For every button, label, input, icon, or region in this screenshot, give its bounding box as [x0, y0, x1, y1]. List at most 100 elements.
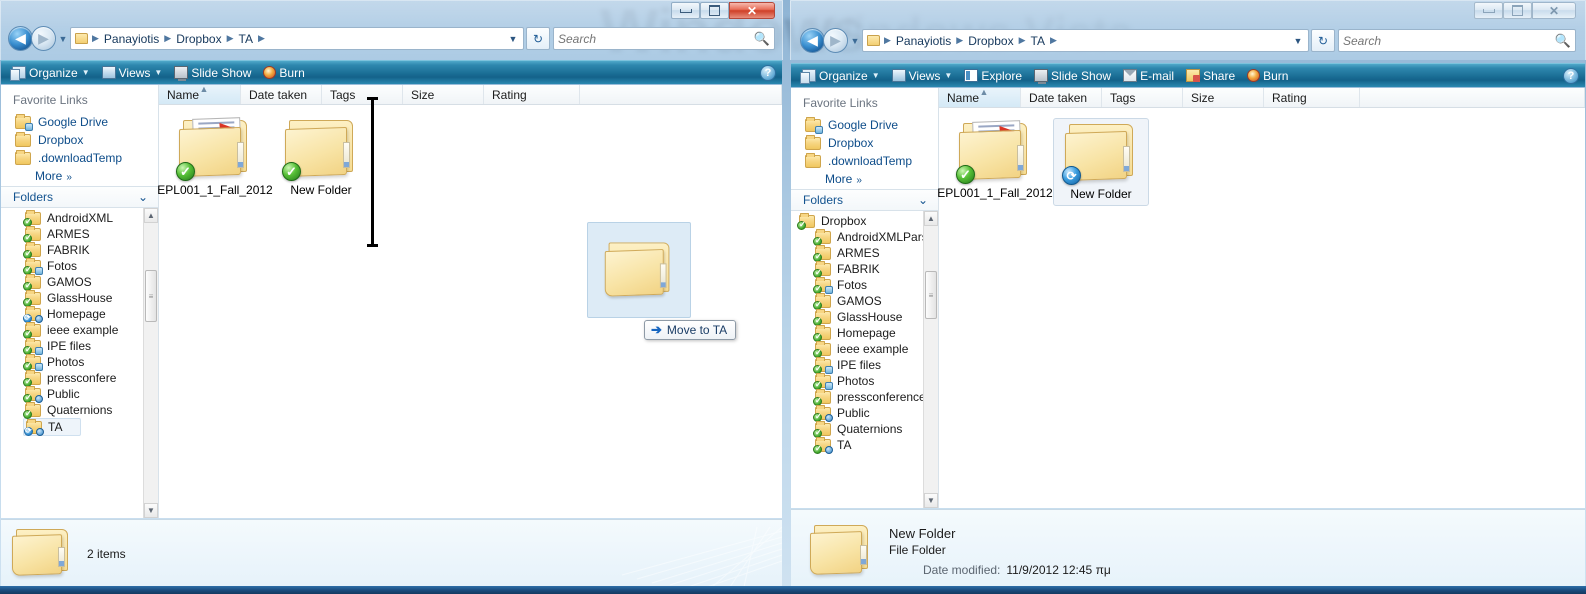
toolbar-button-views[interactable]: Views ▼	[887, 68, 958, 84]
tree-item-public[interactable]: Public	[1, 385, 158, 403]
tree-item-photos[interactable]: Photos	[791, 372, 938, 390]
tree-item-pressconfere[interactable]: pressconfere	[1, 369, 158, 387]
tree-item-homepage[interactable]: Homepage	[791, 324, 938, 342]
toolbar-button-explore[interactable]: Explore	[959, 68, 1027, 84]
favorite-link-downloadtemp[interactable]: .downloadTemp	[791, 152, 938, 170]
tree-item-glasshouse[interactable]: GlassHouse	[791, 308, 938, 326]
column-header-date-taken[interactable]: Date taken	[1021, 88, 1102, 107]
tree-item-fabrik[interactable]: FABRIK	[1, 241, 158, 259]
tree-item-quaternions[interactable]: Quaternions	[1, 401, 158, 419]
toolbar-button-views[interactable]: Views ▼	[97, 65, 168, 81]
tree-item-dropbox[interactable]: Dropbox	[791, 212, 938, 230]
help-button[interactable]: ?	[760, 64, 776, 81]
tree-item-quaternions[interactable]: Quaternions	[791, 420, 938, 438]
favorite-link-dropbox[interactable]: Dropbox	[791, 134, 938, 152]
favorite-link-google-drive[interactable]: Google Drive	[1, 113, 158, 131]
more-link[interactable]: More»	[1, 167, 158, 186]
breadcrumb-item-1[interactable]: Dropbox	[965, 33, 1016, 49]
tree-item-ta[interactable]: TA	[23, 418, 81, 436]
explorer-window-right[interactable]: ✕ ◀ ▶ ▼ ▶ Panayiotis ▶ Dropbox ▶ TA ▶ ▼ …	[790, 0, 1586, 594]
scrollbar-thumb[interactable]: ≡	[925, 271, 937, 319]
tree-item-androidxmlparsin[interactable]: AndroidXMLParsin	[791, 228, 938, 246]
taskbar[interactable]	[0, 586, 1586, 594]
breadcrumb-item-2[interactable]: TA	[1028, 33, 1048, 49]
help-button[interactable]: ?	[1563, 67, 1579, 84]
breadcrumb-item-2[interactable]: TA	[236, 31, 256, 47]
tree-scrollbar-right[interactable]: ▲ ≡ ▼	[923, 211, 938, 508]
close-button[interactable]: ✕	[1532, 2, 1576, 19]
file-item[interactable]: ⟳ New Folder	[1053, 118, 1149, 206]
minimize-button[interactable]	[1474, 2, 1503, 19]
history-dropdown-button[interactable]: ▼	[56, 34, 70, 44]
column-header-rating[interactable]: Rating	[484, 85, 580, 104]
column-header-tags[interactable]: Tags	[322, 85, 403, 104]
toolbar-button-organize[interactable]: Organize ▼	[7, 65, 95, 81]
breadcrumb-item-1[interactable]: Dropbox	[173, 31, 224, 47]
forward-button[interactable]: ▶	[31, 26, 56, 51]
chevron-down-icon[interactable]: ▼	[82, 68, 90, 77]
maximize-button[interactable]	[700, 2, 729, 19]
column-header-name[interactable]: Name ▲	[159, 84, 241, 104]
breadcrumb-item-0[interactable]: Panayiotis	[893, 33, 954, 49]
column-headers-right[interactable]: Name ▲ Date taken Tags Size Rating	[939, 87, 1585, 108]
address-bar[interactable]: ▶ Panayiotis ▶ Dropbox ▶ TA ▶ ▼	[70, 27, 524, 50]
toolbar-button-organize[interactable]: Organize ▼	[797, 68, 885, 84]
chevron-down-icon[interactable]: ▼	[154, 68, 162, 77]
tree-item-androidxml[interactable]: AndroidXML	[1, 209, 158, 227]
column-header-name[interactable]: Name ▲	[939, 87, 1021, 107]
scroll-down-arrow[interactable]: ▼	[144, 503, 158, 518]
breadcrumb-item-0[interactable]: Panayiotis	[101, 31, 162, 47]
toolbar-button-share[interactable]: Share	[1181, 68, 1240, 84]
column-header-date-taken[interactable]: Date taken	[241, 85, 322, 104]
toolbar-button-burn[interactable]: Burn	[1242, 68, 1293, 84]
scroll-up-arrow[interactable]: ▲	[144, 208, 158, 223]
toolbar-button-slide-show[interactable]: Slide Show	[169, 65, 256, 81]
tree-item-homepage[interactable]: Homepage	[1, 305, 158, 323]
file-items-right[interactable]: dobe✓ EPL001_1_Fall_2012 ⟳ New Folder	[937, 108, 1585, 206]
tree-item-fabrik[interactable]: FABRIK	[791, 260, 938, 278]
forward-button[interactable]: ▶	[823, 28, 848, 53]
chevron-down-icon[interactable]: ▼	[872, 71, 880, 80]
file-items-left[interactable]: dobe✓ EPL001_1_Fall_2012 ✓ New Folder	[157, 105, 782, 201]
folders-header[interactable]: Folders ⌄	[791, 189, 938, 211]
file-list-pane-right[interactable]: Name▲ Date taken Tags Size Rating dobe✓ EPL00…	[937, 87, 1585, 508]
address-bar[interactable]: ▶ Panayiotis ▶ Dropbox ▶ TA ▶ ▼	[862, 29, 1309, 52]
file-item[interactable]: ✓ New Folder	[273, 115, 369, 201]
history-dropdown-button[interactable]: ▼	[848, 36, 862, 46]
scrollbar-thumb[interactable]: ≡	[145, 270, 157, 322]
tree-item-fotos[interactable]: Fotos	[791, 276, 938, 294]
tree-item-ieee-example[interactable]: ieee example	[1, 321, 158, 339]
tree-item-armes[interactable]: ARMES	[1, 225, 158, 243]
minimize-button[interactable]	[671, 2, 700, 19]
search-box[interactable]: 🔍	[553, 27, 775, 50]
folder-tree-right[interactable]: DropboxAndroidXMLParsinARMES FABRIK Fotos G…	[791, 211, 938, 508]
file-item[interactable]: dobe✓ EPL001_1_Fall_2012	[157, 115, 273, 201]
tree-item-armes[interactable]: ARMES	[791, 244, 938, 262]
refresh-button[interactable]: ↻	[1311, 29, 1335, 52]
back-button[interactable]: ◀	[800, 28, 825, 53]
column-header-tags[interactable]: Tags	[1102, 88, 1183, 107]
chevron-down-icon[interactable]: ▼	[944, 71, 952, 80]
toolbar-left[interactable]: Organize ▼ Views ▼ Slide Show Burn?	[1, 60, 782, 84]
toolbar-button-e-mail[interactable]: E-mail	[1118, 68, 1179, 84]
tree-item-fotos[interactable]: Fotos	[1, 257, 158, 275]
column-headers-left[interactable]: Name ▲ Date taken Tags Size Rating	[159, 84, 782, 105]
tree-item-ipe-files[interactable]: IPE files	[1, 337, 158, 355]
search-input[interactable]	[1343, 33, 1555, 48]
tree-item-public[interactable]: Public	[791, 404, 938, 422]
toolbar-button-slide-show[interactable]: Slide Show	[1029, 68, 1116, 84]
toolbar-right[interactable]: Organize ▼ Views ▼ Explore Slide Show E-mail Sh…	[791, 63, 1585, 87]
tree-item-gamos[interactable]: GAMOS	[1, 273, 158, 291]
column-header-rating[interactable]: Rating	[1264, 88, 1360, 107]
tree-item-ipe-files[interactable]: IPE files	[791, 356, 938, 374]
tree-item-photos[interactable]: Photos	[1, 353, 158, 371]
scroll-down-arrow[interactable]: ▼	[924, 493, 938, 508]
folders-header[interactable]: Folders ⌄	[1, 186, 158, 208]
column-header-size[interactable]: Size	[403, 85, 484, 104]
tree-item-glasshouse[interactable]: GlassHouse	[1, 289, 158, 307]
search-input[interactable]	[558, 31, 754, 46]
refresh-button[interactable]: ↻	[526, 27, 550, 50]
favorite-link-dropbox[interactable]: Dropbox	[1, 131, 158, 149]
toolbar-button-burn[interactable]: Burn	[258, 65, 309, 81]
more-link[interactable]: More»	[791, 170, 938, 189]
